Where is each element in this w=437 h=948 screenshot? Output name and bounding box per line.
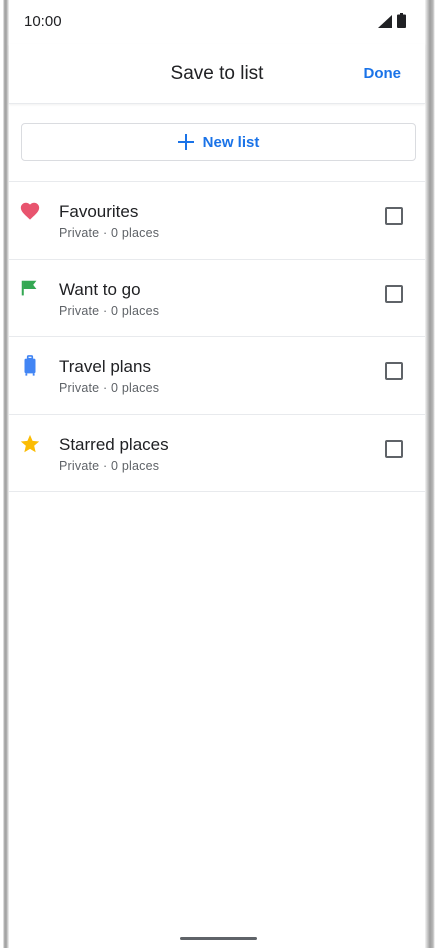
suitcase-icon xyxy=(24,355,36,376)
battery-icon xyxy=(397,13,406,28)
list-item-subtitle: Private · 0 places xyxy=(59,381,160,395)
list-item-favourites[interactable]: Favourites Private · 0 places xyxy=(9,182,425,260)
done-button[interactable]: Done xyxy=(364,65,402,82)
list-item-starred-places[interactable]: Starred places Private · 0 places xyxy=(9,415,425,492)
list-item-title: Starred places xyxy=(59,434,169,454)
list-item-travel-plans[interactable]: Travel plans Private · 0 places xyxy=(9,337,425,415)
flag-icon xyxy=(21,280,37,295)
new-list-button[interactable]: New list xyxy=(21,123,416,161)
want-to-go-checkbox[interactable] xyxy=(385,284,403,303)
new-list-label: New list xyxy=(202,133,260,151)
screen: 10:00 Save to list Done New list Favouri… xyxy=(9,0,425,948)
favourites-checkbox[interactable] xyxy=(385,207,403,225)
device-frame-left xyxy=(0,0,9,948)
list-item-title: Favourites xyxy=(59,202,139,221)
travel-plans-checkbox[interactable] xyxy=(385,362,403,380)
list-item-want-to-go[interactable]: Want to go Private · 0 places xyxy=(9,260,425,337)
list-item-subtitle: Private · 0 places xyxy=(59,226,160,240)
home-indicator[interactable] xyxy=(180,937,257,940)
list-item-subtitle: Private · 0 places xyxy=(59,458,160,473)
device-frame-right xyxy=(425,0,437,948)
heart-icon xyxy=(20,202,40,220)
star-icon xyxy=(20,434,40,452)
list-item-title: Travel plans xyxy=(59,357,151,376)
saved-lists: Favourites Private · 0 places Want to go… xyxy=(9,182,425,492)
status-time: 10:00 xyxy=(24,13,62,30)
signal-icon xyxy=(378,15,392,28)
list-item-subtitle: Private · 0 places xyxy=(59,303,160,318)
status-bar: 10:00 xyxy=(9,0,425,44)
list-item-title: Want to go xyxy=(59,279,141,299)
app-header: Save to list Done xyxy=(9,44,425,104)
plus-icon xyxy=(177,134,194,150)
starred-places-checkbox[interactable] xyxy=(385,439,403,458)
